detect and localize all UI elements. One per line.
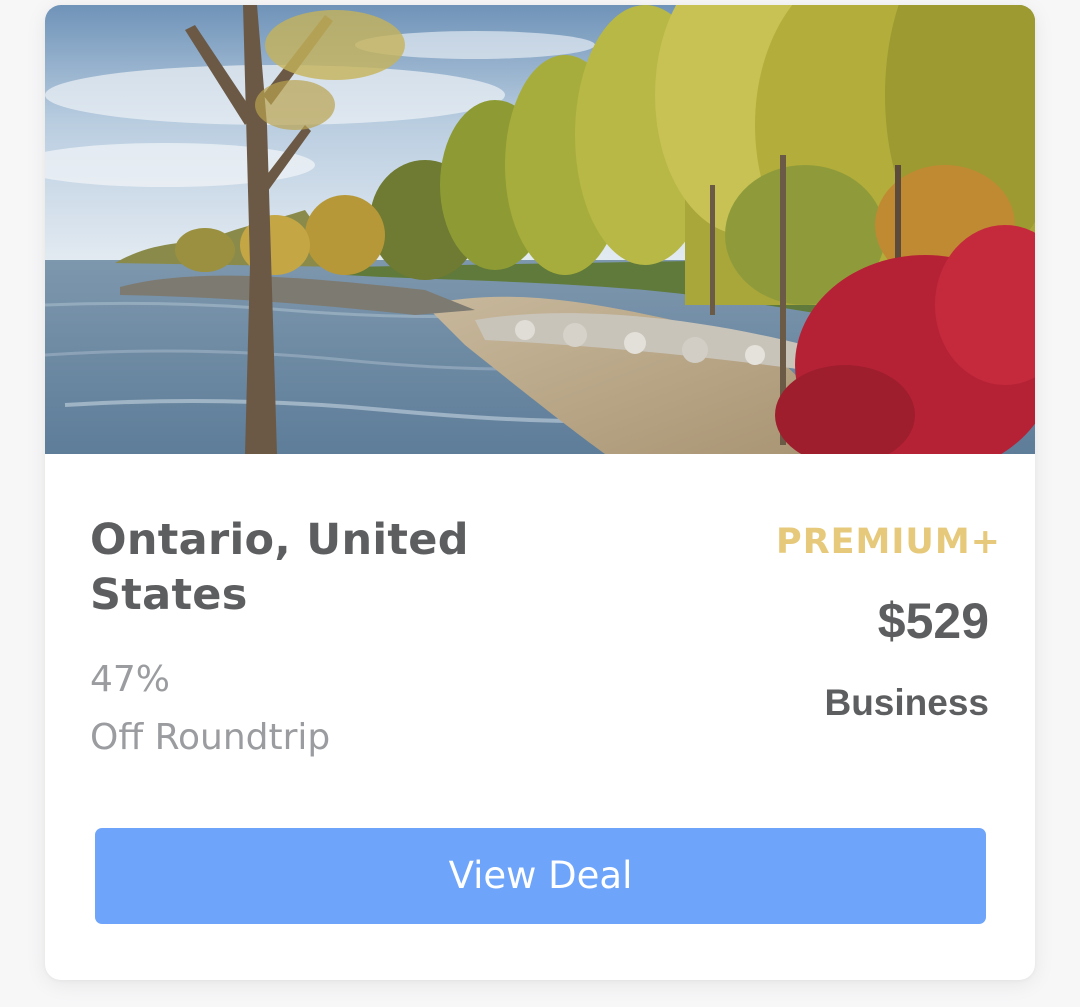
- price-label: $529: [877, 593, 989, 649]
- destination-photo: [45, 5, 1035, 454]
- cabin-class-label: Business: [824, 682, 989, 723]
- tier-badge: PREMIUM+: [776, 522, 1001, 562]
- discount-percent: 47%: [90, 659, 171, 700]
- discount-label: Off Roundtrip: [90, 717, 331, 758]
- view-deal-button[interactable]: View Deal: [95, 828, 986, 924]
- deal-card[interactable]: Ontario, United States 47% Off Roundtrip…: [45, 5, 1035, 980]
- destination-title: Ontario, United States: [90, 515, 469, 620]
